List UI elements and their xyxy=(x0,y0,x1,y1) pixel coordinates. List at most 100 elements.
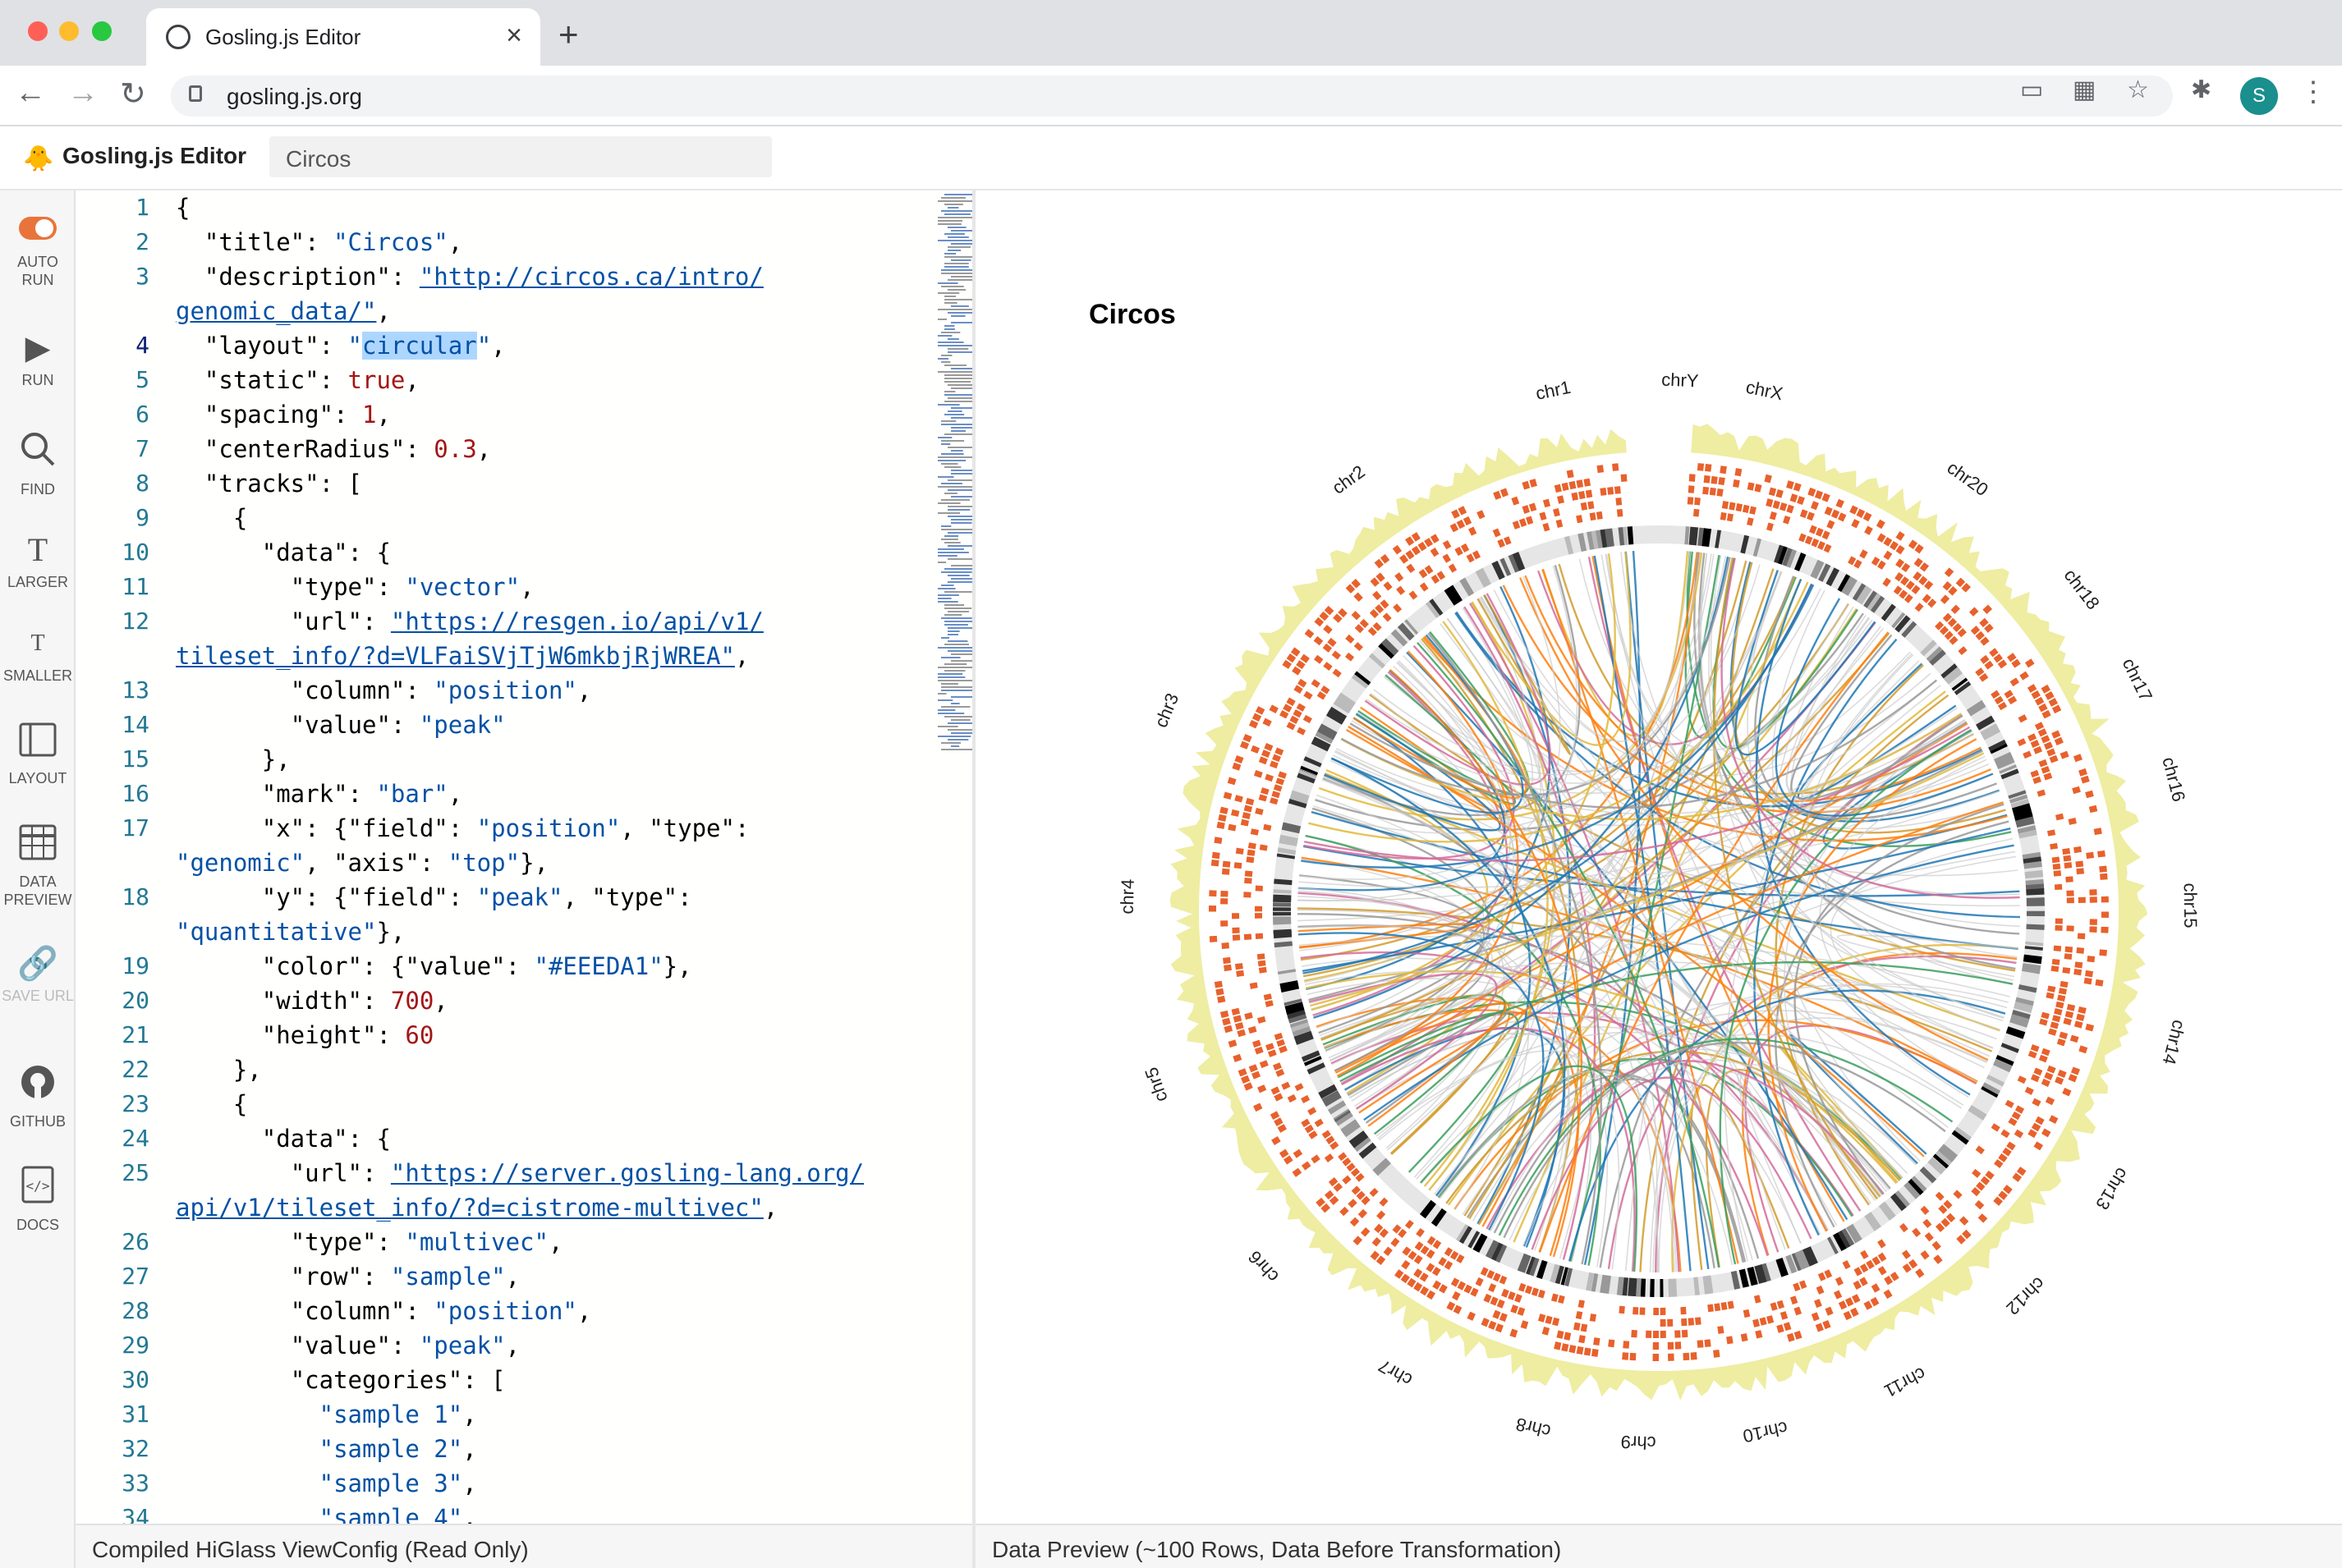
multivec-cell xyxy=(1753,1295,1761,1304)
multivec-cell xyxy=(1614,486,1621,494)
multivec-cell xyxy=(2030,1044,2040,1052)
multivec-cell xyxy=(2072,786,2081,795)
multivec-cell xyxy=(2101,926,2109,933)
multivec-cell xyxy=(1564,1332,1572,1341)
multivec-cell xyxy=(1687,497,1694,505)
multivec-cell xyxy=(1608,1339,1615,1348)
browser-menu-icon[interactable]: ⋮ xyxy=(2299,76,2327,108)
multivec-cell xyxy=(1770,1302,1778,1311)
multivec-cell xyxy=(1870,1296,1880,1307)
multivec-cell xyxy=(1899,1222,1908,1233)
multivec-cell xyxy=(2044,1071,2054,1080)
multivec-cell xyxy=(1293,709,1302,718)
multivec-cell xyxy=(1856,508,1866,518)
multivec-cell xyxy=(1871,1283,1880,1293)
multivec-cell xyxy=(2030,769,2040,778)
extensions-icon[interactable]: ✱ xyxy=(2191,76,2211,104)
multivec-cell xyxy=(1720,511,1727,520)
multivec-cell xyxy=(1587,501,1595,510)
reload-icon[interactable]: ↻ xyxy=(120,76,146,112)
back-icon[interactable]: ← xyxy=(15,76,46,111)
multivec-cell xyxy=(2088,805,2098,814)
multivec-cell xyxy=(1457,1281,1467,1291)
code-minimap[interactable] xyxy=(936,190,972,765)
larger-font-button[interactable]: T LARGER xyxy=(0,532,76,591)
multivec-cell xyxy=(2101,911,2109,918)
multivec-cell xyxy=(1838,512,1847,522)
multivec-cell xyxy=(1218,814,1227,822)
save-url-button[interactable]: 🔗 SAVE URL xyxy=(0,946,76,1005)
minimize-window-button[interactable] xyxy=(59,21,79,41)
layout-button[interactable]: LAYOUT xyxy=(0,722,76,787)
tab-search-icon[interactable]: ▦ xyxy=(2073,76,2096,104)
multivec-cell xyxy=(1720,465,1727,475)
smaller-font-button[interactable]: T SMALLER xyxy=(0,626,76,685)
auto-run-toggle[interactable]: AUTO RUN xyxy=(0,212,76,289)
multivec-cell xyxy=(2085,970,2093,978)
code-line: api/v1/tileset_info/?d=cistrome-multivec… xyxy=(176,1194,778,1222)
multivec-cell xyxy=(1228,1039,1238,1048)
data-preview-button[interactable]: DATA PREVIEW xyxy=(0,824,76,909)
tab-title: Gosling.js Editor xyxy=(205,25,361,49)
code-line: "title": "Circos", xyxy=(204,228,463,256)
multivec-cell xyxy=(1406,563,1416,574)
multivec-cell xyxy=(2100,873,2108,880)
example-selector[interactable]: Circos xyxy=(269,136,772,177)
multivec-cell xyxy=(1509,1328,1518,1338)
new-tab-button[interactable]: + xyxy=(558,15,579,54)
maximize-window-button[interactable] xyxy=(92,21,112,41)
multivec-cell xyxy=(2064,862,2073,869)
multivec-cell xyxy=(2052,863,2061,870)
browser-tab[interactable]: Gosling.js Editor × xyxy=(146,8,540,66)
multivec-cell xyxy=(2085,790,2094,799)
multivec-cell xyxy=(1552,1317,1560,1327)
multivec-cell xyxy=(1520,1320,1529,1330)
multivec-cell xyxy=(2017,738,2027,747)
multivec-cell xyxy=(1596,465,1605,474)
docs-icon: </> xyxy=(0,1166,76,1211)
multivec-cell xyxy=(1623,1341,1630,1349)
address-bar[interactable]: gosling.js.org xyxy=(171,76,2173,117)
multivec-cell xyxy=(1480,1267,1489,1277)
close-tab-icon[interactable]: × xyxy=(506,20,522,52)
close-window-button[interactable] xyxy=(28,21,48,41)
bookmark-star-icon[interactable]: ☆ xyxy=(2127,76,2149,104)
multivec-cell xyxy=(1369,1187,1379,1198)
multivec-cell xyxy=(1245,797,1255,806)
find-button[interactable]: FIND xyxy=(0,430,76,498)
multivec-cell xyxy=(1575,1310,1583,1320)
browser-toolbar: ← → ↻ gosling.js.org ▭ ▦ ☆ ✱ S ⋮ xyxy=(0,66,2342,126)
data-preview-panel-header[interactable]: Data Preview (~100 Rows, Data Before Tra… xyxy=(976,1524,2342,1568)
multivec-cell xyxy=(2060,750,2069,759)
multivec-cell xyxy=(2077,933,2086,940)
multivec-cell xyxy=(1411,532,1421,542)
github-button[interactable]: GITHUB xyxy=(0,1064,76,1130)
profile-avatar[interactable]: S xyxy=(2240,77,2278,115)
multivec-cell xyxy=(1475,1277,1484,1287)
chromosome-label: chr2 xyxy=(1328,461,1368,498)
multivec-cell xyxy=(1660,1318,1666,1327)
docs-button[interactable]: </> DOCS xyxy=(0,1166,76,1234)
ideogram-band xyxy=(1273,902,1292,907)
multivec-cell xyxy=(2089,896,2097,903)
multivec-cell xyxy=(1270,797,1279,805)
compiled-config-panel-header[interactable]: Compiled HiGlass ViewConfig (Read Only) xyxy=(76,1524,972,1568)
multivec-cell xyxy=(1224,964,1232,972)
forward-icon[interactable]: → xyxy=(67,76,99,111)
multivec-cell xyxy=(2076,947,2085,954)
multivec-cell xyxy=(1514,1294,1522,1303)
line-number: 31 xyxy=(122,1401,149,1428)
multivec-cell xyxy=(1851,519,1860,529)
code-editor[interactable]: 1 2 3 4 5 6 7 8 9 10 11 12 13 14 15 16 17 18 19 20 21 22 23 24 2… xyxy=(76,190,972,1524)
line-number: 8 xyxy=(135,470,149,497)
run-button[interactable]: ▶ RUN xyxy=(0,330,76,389)
multivec-cell xyxy=(1271,1136,1281,1145)
circos-plot[interactable]: chr1 chrY chrX chr20 chr18 chr17 chr16 chr15 chr… xyxy=(976,190,2342,1524)
multivec-cell xyxy=(1311,679,1320,688)
multivec-cell xyxy=(1286,697,1296,707)
multivec-cell xyxy=(1807,511,1815,521)
multivec-cell xyxy=(1824,506,1833,516)
multivec-cell xyxy=(1467,1311,1476,1321)
cast-icon[interactable]: ▭ xyxy=(2020,76,2043,104)
multivec-cell xyxy=(1580,502,1588,511)
